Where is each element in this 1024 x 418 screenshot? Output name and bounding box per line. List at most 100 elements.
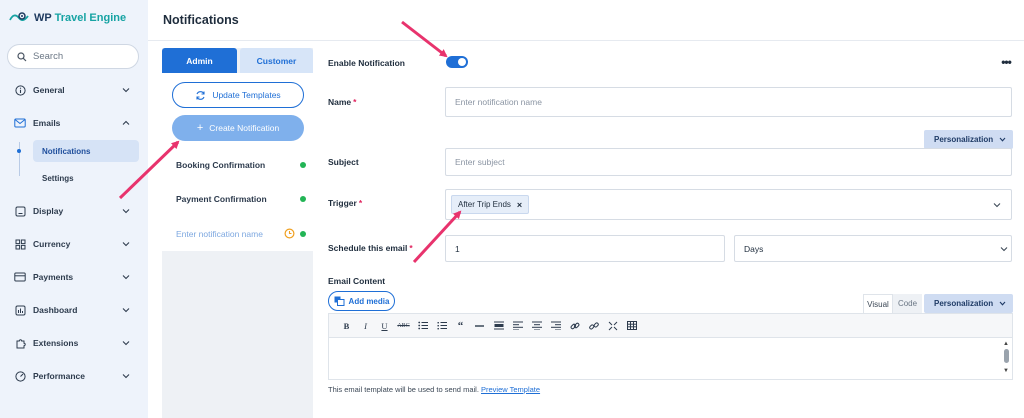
card-icon (14, 271, 26, 283)
sidebar-item-general[interactable]: General (14, 81, 134, 99)
sidebar-item-label: Emails (33, 118, 61, 128)
chevron-down-icon[interactable] (992, 200, 1002, 210)
add-media-button[interactable]: Add media (328, 291, 395, 311)
sidebar-item-performance[interactable]: Performance (14, 367, 134, 385)
chevron-down-icon (122, 275, 130, 280)
tab-label: Visual (867, 299, 889, 309)
tab-customer[interactable]: Customer (240, 48, 313, 73)
dropdown-label: Personalization (934, 135, 994, 144)
chevron-down-icon (122, 209, 130, 214)
scroll-up-icon[interactable]: ▲ (1003, 341, 1009, 347)
search-input[interactable]: Search (7, 44, 139, 69)
more-options-icon[interactable]: ••• (996, 55, 1016, 69)
schedule-label: Schedule this email * (328, 243, 413, 253)
sidebar-subitem-settings[interactable]: Settings (33, 167, 139, 189)
chevron-down-icon (122, 88, 130, 93)
enable-notification-toggle[interactable] (446, 56, 468, 68)
blockquote-icon[interactable]: “ (451, 318, 470, 334)
email-content-label: Email Content (328, 276, 386, 286)
tab-admin[interactable]: Admin (162, 48, 237, 73)
create-notification-button[interactable]: + Create Notification (172, 115, 304, 141)
underline-icon[interactable]: U (375, 318, 394, 334)
scroll-down-icon[interactable]: ▼ (1003, 368, 1009, 374)
email-content-editor[interactable]: ▲ ▼ (328, 338, 1013, 380)
grid-icon (14, 238, 26, 250)
sidebar-item-display[interactable]: Display (14, 202, 134, 220)
scrollbar-thumb[interactable] (1004, 349, 1009, 363)
name-input[interactable]: Enter notification name (445, 87, 1012, 117)
media-icon (334, 296, 345, 306)
sidebar-item-extensions[interactable]: Extensions (14, 334, 134, 352)
italic-icon[interactable]: I (356, 318, 375, 334)
list-item[interactable]: Payment Confirmation (162, 182, 313, 215)
sidebar-item-label: Dashboard (33, 305, 78, 315)
align-center-icon[interactable] (527, 318, 546, 334)
schedule-value-input[interactable]: 1 (445, 235, 725, 262)
logo-text: WP Travel Engine (34, 12, 127, 24)
schedule-unit-select[interactable]: Days (734, 235, 1012, 262)
button-label: Add media (348, 296, 390, 306)
preview-template-link[interactable]: Preview Template (481, 385, 540, 394)
status-dot-active (300, 231, 306, 237)
sidebar-item-emails[interactable]: Emails (14, 114, 134, 132)
subitem-label: Notifications (42, 146, 91, 156)
page-title: Notifications (163, 13, 239, 27)
list-item[interactable]: Booking Confirmation (162, 148, 313, 181)
update-templates-button[interactable]: Update Templates (172, 82, 304, 108)
chip-label: After Trip Ends (458, 200, 511, 209)
list-item-label: Booking Confirmation (176, 159, 266, 170)
sidebar-item-label: Performance (33, 371, 85, 381)
sidebar-item-dashboard[interactable]: Dashboard (14, 301, 134, 319)
trigger-select[interactable] (445, 189, 1012, 220)
fullscreen-icon[interactable] (603, 318, 622, 334)
align-left-icon[interactable] (508, 318, 527, 334)
button-label: Update Templates (212, 90, 281, 100)
list-item[interactable]: Enter notification name (162, 217, 313, 250)
bullet-list-icon[interactable] (413, 318, 432, 334)
tab-label: Code (897, 299, 918, 308)
chevron-down-icon (122, 242, 130, 247)
bold-icon[interactable]: B (337, 318, 356, 334)
submenu-line (18, 142, 20, 176)
input-placeholder: Enter notification name (455, 97, 542, 107)
sidebar-item-label: General (33, 85, 65, 95)
remove-chip-icon[interactable]: × (517, 200, 522, 210)
logo-icon (9, 12, 29, 21)
subject-input[interactable]: Enter subject (445, 148, 1012, 176)
personalization-dropdown[interactable]: Personalization (924, 130, 1013, 149)
tab-label: Admin (186, 55, 213, 66)
subject-label: Subject (328, 157, 359, 167)
sidebar-subitem-notifications[interactable]: Notifications (33, 140, 139, 162)
horizontal-line-icon[interactable] (470, 318, 489, 334)
footnote: This email template will be used to send… (328, 385, 540, 394)
numbered-list-icon[interactable] (432, 318, 451, 334)
enable-notification-label: Enable Notification (328, 58, 405, 68)
input-placeholder: Enter subject (455, 157, 505, 167)
chevron-down-icon[interactable] (999, 244, 1009, 254)
strikethrough-icon[interactable]: ABC (394, 318, 413, 334)
select-value: Days (744, 243, 764, 254)
table-icon[interactable] (622, 318, 641, 334)
sidebar-item-payments[interactable]: Payments (14, 268, 134, 286)
unlink-icon[interactable] (584, 318, 603, 334)
sidebar-item-currency[interactable]: Currency (14, 235, 134, 253)
clock-icon (284, 228, 295, 239)
puzzle-icon (14, 337, 26, 349)
sidebar: WP Travel Engine Search General Emails N… (0, 0, 148, 418)
dropdown-label: Personalization (934, 299, 994, 308)
chevron-down-icon (122, 374, 130, 379)
align-right-icon[interactable] (546, 318, 565, 334)
subitem-label: Settings (42, 173, 74, 183)
dashboard-icon (14, 304, 26, 316)
header-divider (148, 40, 1024, 41)
tab-code[interactable]: Code (893, 294, 922, 313)
align-box-icon[interactable] (489, 318, 508, 334)
tab-visual[interactable]: Visual (863, 294, 893, 313)
app-logo[interactable]: WP Travel Engine (8, 10, 126, 26)
chevron-down-icon (999, 137, 1006, 142)
plus-icon: + (196, 121, 204, 134)
personalization-dropdown[interactable]: Personalization (924, 294, 1013, 313)
chevron-down-icon (122, 308, 130, 313)
link-icon[interactable] (565, 318, 584, 334)
search-placeholder: Search (33, 51, 64, 62)
